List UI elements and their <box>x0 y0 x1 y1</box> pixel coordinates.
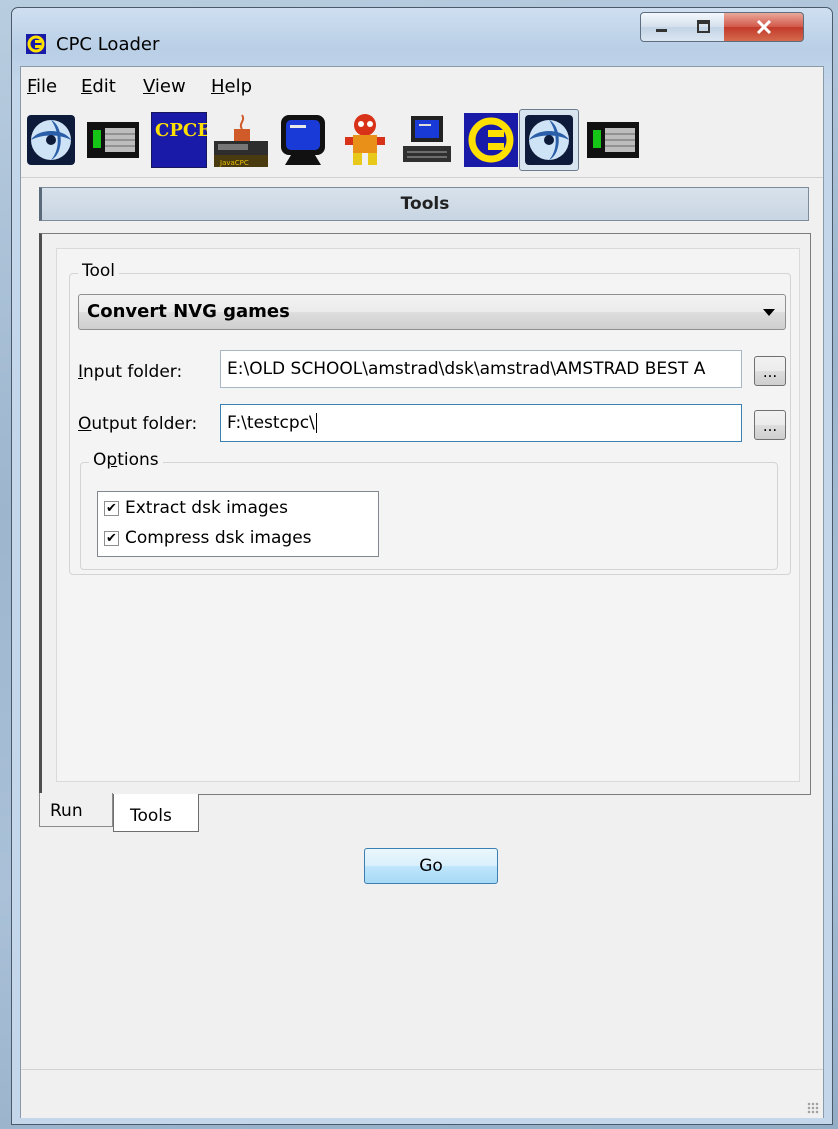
close-button[interactable] <box>724 12 804 42</box>
options-legend: Options <box>89 450 163 470</box>
computer-icon <box>403 116 451 162</box>
checkbox-extract-dsk[interactable]: ✔ <box>104 500 119 516</box>
text-caret <box>315 413 317 433</box>
output-browse-button[interactable]: ... <box>754 410 786 440</box>
output-folder-field[interactable]: F:\testcpc\ <box>220 404 742 442</box>
tool-select[interactable]: Convert NVG games <box>78 294 786 330</box>
maximize-icon <box>696 20 710 33</box>
option-compress-dsk[interactable]: ✔ Compress dsk images <box>104 526 312 550</box>
svg-text:CPCE: CPCE <box>155 120 207 141</box>
tab-run[interactable]: Run <box>39 793 113 827</box>
checkbox-compress-dsk[interactable]: ✔ <box>104 530 119 546</box>
input-browse-button[interactable]: ... <box>754 356 786 386</box>
minimize-icon <box>656 29 667 32</box>
client-area: File Edit View Help CPCE JavaCPC Tools T… <box>20 66 824 1118</box>
options-groupbox: Options ✔ Extract dsk images ✔ Compress … <box>80 450 778 570</box>
input-folder-label: Input folder: <box>78 362 183 382</box>
toolbar-divider <box>21 177 823 178</box>
minimize-button[interactable] <box>640 12 684 42</box>
maximize-button[interactable] <box>683 12 725 42</box>
tab-content: Tool Convert NVG games Input folder: E:\… <box>39 233 811 795</box>
tool-groupbox: Tool Convert NVG games Input folder: E:\… <box>69 261 791 575</box>
page-title: Tools <box>39 187 809 221</box>
go-button[interactable]: Go <box>364 848 498 884</box>
javacpc-icon: JavaCPC <box>214 114 268 167</box>
menu-view[interactable]: View <box>143 76 186 97</box>
menu-file[interactable]: File <box>27 76 57 97</box>
tab-tools[interactable]: Tools <box>113 794 199 832</box>
toolbar-javacpc-button[interactable]: JavaCPC <box>211 109 271 171</box>
option-compress-dsk-label: Compress dsk images <box>125 528 312 548</box>
toolbar-cpc-keyboard-button-2[interactable] <box>583 109 643 171</box>
menu-edit[interactable]: Edit <box>81 76 116 97</box>
winape-icon <box>27 115 75 165</box>
toolbar-cpc-logo-button[interactable] <box>461 109 521 171</box>
cpc-keyboard-icon <box>87 122 139 158</box>
cpce-icon: CPCE <box>151 112 207 168</box>
winape-icon <box>525 115 573 165</box>
close-icon <box>756 19 771 35</box>
menu-help[interactable]: Help <box>211 76 252 97</box>
character-icon <box>345 114 385 165</box>
cpc-keyboard-icon <box>587 122 639 158</box>
toolbar-computer-button[interactable] <box>397 109 457 171</box>
title-bar[interactable]: CPC Loader <box>12 8 832 66</box>
menu-bar: File Edit View Help <box>21 67 823 105</box>
status-bar <box>21 1069 823 1118</box>
option-extract-dsk[interactable]: ✔ Extract dsk images <box>104 496 288 520</box>
toolbar-monitor-button[interactable] <box>273 109 333 171</box>
option-extract-dsk-label: Extract dsk images <box>125 498 288 518</box>
svg-text:JavaCPC: JavaCPC <box>219 159 249 167</box>
cpc-logo-icon <box>26 34 46 54</box>
tool-select-value: Convert NVG games <box>87 301 290 322</box>
toolbar-character-button[interactable] <box>335 109 395 171</box>
toolbar-cpc-keyboard-button[interactable] <box>83 109 143 171</box>
toolbar-winape-button[interactable] <box>21 109 81 171</box>
window-title: CPC Loader <box>56 34 160 55</box>
toolbar-cpce-button[interactable]: CPCE <box>149 109 209 171</box>
output-folder-label: Output folder: <box>78 414 198 434</box>
toolbar: CPCE JavaCPC <box>21 105 823 177</box>
app-window: CPC Loader File Edit View Help CPCE Java… <box>11 7 833 1125</box>
chevron-down-icon <box>763 309 775 316</box>
cpc-logo-icon <box>464 113 518 167</box>
input-folder-field[interactable]: E:\OLD SCHOOL\amstrad\dsk\amstrad\AMSTRA… <box>220 350 742 388</box>
tools-panel: Tool Convert NVG games Input folder: E:\… <box>56 248 800 782</box>
resize-grip-icon[interactable] <box>807 1102 819 1114</box>
options-checklist: ✔ Extract dsk images ✔ Compress dsk imag… <box>97 491 379 557</box>
monitor-icon <box>281 115 325 165</box>
tool-legend: Tool <box>78 261 120 281</box>
toolbar-winape-button-active[interactable] <box>519 109 579 171</box>
